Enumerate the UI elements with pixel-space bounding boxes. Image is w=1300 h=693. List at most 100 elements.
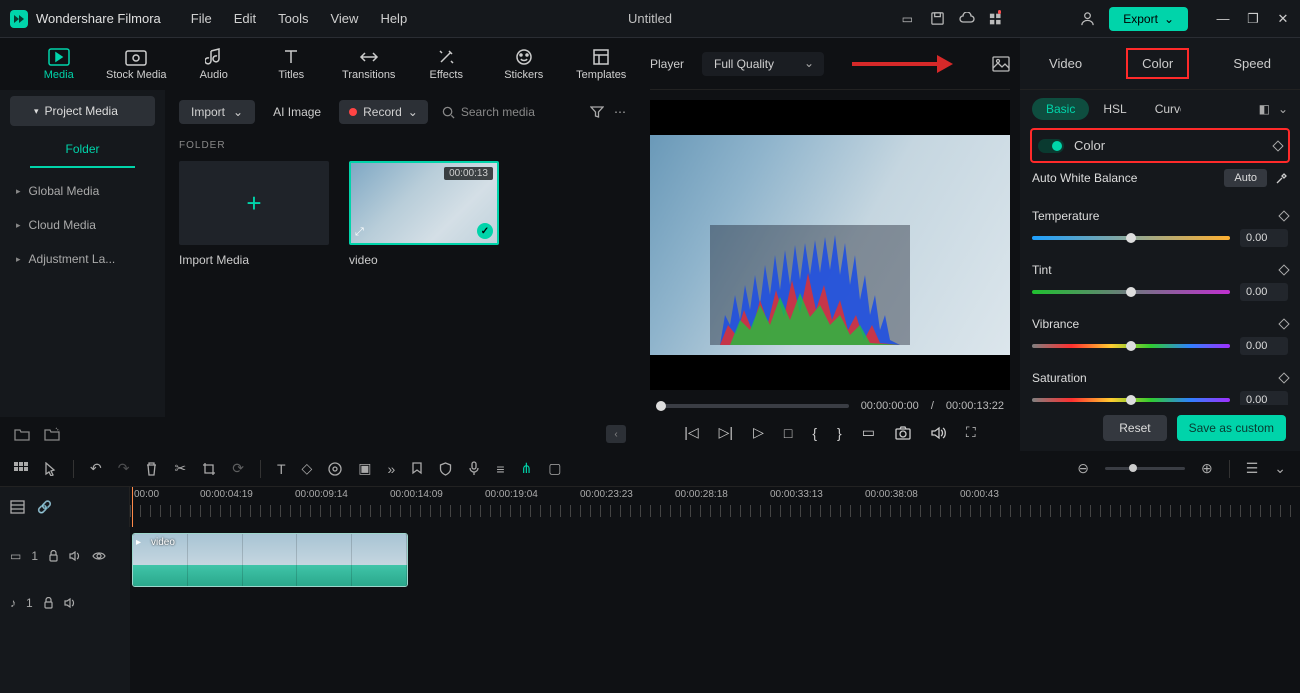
chevron-down-icon[interactable]: ⌄	[1278, 102, 1288, 116]
chevron-down-icon[interactable]: ⌄	[1274, 460, 1286, 477]
keyframe-icon[interactable]	[1278, 264, 1289, 275]
subtab-basic[interactable]: Basic	[1032, 98, 1089, 120]
tab-audio[interactable]: Audio	[175, 44, 253, 85]
more-tools-icon[interactable]: »	[388, 461, 396, 477]
crop-icon[interactable]	[202, 462, 216, 476]
folder-tab[interactable]: Folder	[30, 132, 135, 168]
grid-icon[interactable]	[14, 462, 28, 476]
play-button[interactable]: ▷	[753, 424, 764, 441]
tracks-layout-icon[interactable]	[10, 500, 25, 514]
zoom-slider[interactable]	[1105, 467, 1185, 470]
import-media-tile[interactable]: +	[179, 161, 329, 245]
device-icon[interactable]: ▭	[899, 11, 915, 27]
save-icon[interactable]	[929, 11, 945, 27]
zoom-out-icon[interactable]: ⊖	[1077, 460, 1089, 477]
speed-tool-icon[interactable]: ⟳	[232, 460, 244, 477]
import-button[interactable]: Import⌄	[179, 100, 255, 124]
tab-effects[interactable]: Effects	[408, 44, 486, 85]
menu-edit[interactable]: Edit	[234, 11, 256, 26]
reset-button[interactable]: Reset	[1103, 415, 1166, 441]
timeline-tracks[interactable]: ▸ video	[130, 527, 1300, 693]
tab-transitions[interactable]: Transitions	[330, 44, 408, 85]
stop-button[interactable]: □	[784, 425, 792, 441]
undo-icon[interactable]: ↶	[90, 460, 102, 477]
delete-icon[interactable]	[145, 462, 158, 476]
tab-video[interactable]: Video	[1035, 50, 1096, 77]
keyframe-icon[interactable]	[1278, 318, 1289, 329]
new-folder-icon[interactable]	[14, 427, 30, 441]
sidebar-item-adjustment[interactable]: Adjustment La...	[0, 242, 165, 276]
apps-icon[interactable]	[989, 11, 1005, 27]
close-button[interactable]: ✕	[1276, 11, 1290, 27]
lock-icon[interactable]	[43, 597, 54, 609]
minimize-button[interactable]: —	[1216, 11, 1230, 27]
tint-slider[interactable]	[1032, 290, 1230, 294]
record-button[interactable]: Record⌄	[339, 100, 428, 124]
export-button[interactable]: Export ⌄	[1109, 7, 1188, 31]
media-clip[interactable]: 00:00:13 ⤢ ✓	[349, 161, 499, 245]
more-icon[interactable]: ⋯	[614, 105, 626, 119]
saturation-slider[interactable]	[1032, 398, 1230, 402]
seek-thumb[interactable]	[656, 401, 666, 411]
guard-icon[interactable]	[439, 462, 452, 476]
video-preview[interactable]	[650, 100, 1010, 390]
compare-icon[interactable]: ◧	[1259, 102, 1270, 116]
keyframe-icon[interactable]	[1272, 140, 1283, 151]
camera-icon[interactable]	[895, 426, 911, 440]
auto-button[interactable]: Auto	[1224, 169, 1267, 187]
menu-view[interactable]: View	[330, 11, 358, 26]
tab-templates[interactable]: Templates	[563, 44, 641, 85]
saturation-value[interactable]: 0.00	[1240, 391, 1288, 405]
list-view-icon[interactable]: ☰	[1246, 460, 1259, 477]
sidebar-item-cloud[interactable]: Cloud Media	[0, 208, 165, 242]
seek-bar[interactable]	[656, 404, 849, 408]
color-toggle[interactable]	[1038, 139, 1064, 153]
temperature-value[interactable]: 0.00	[1240, 229, 1288, 247]
eyedropper-icon[interactable]	[1275, 172, 1288, 185]
mute-icon[interactable]	[69, 550, 82, 562]
playhead[interactable]	[132, 487, 133, 527]
search-input[interactable]: Search media	[442, 105, 535, 119]
menu-help[interactable]: Help	[380, 11, 407, 26]
video-track-header[interactable]: ▭ 1	[0, 527, 130, 585]
link-icon[interactable]: 🔗	[37, 500, 52, 514]
maximize-button[interactable]: ❐	[1246, 11, 1260, 27]
prev-button[interactable]: |◁	[684, 424, 698, 441]
tab-stickers[interactable]: Stickers	[485, 44, 563, 85]
step-back-button[interactable]: ▷|	[719, 424, 733, 441]
mark-out-button[interactable]: }	[837, 425, 842, 441]
audio-track-header[interactable]: ♪ 1	[0, 585, 130, 621]
frame-icon[interactable]: ▢	[548, 460, 561, 477]
cut-icon[interactable]: ✂	[174, 460, 186, 477]
save-custom-button[interactable]: Save as custom	[1177, 415, 1286, 441]
subtab-hsl[interactable]: HSL	[1089, 98, 1140, 120]
timeline-clip[interactable]: ▸ video	[132, 533, 408, 587]
tab-speed[interactable]: Speed	[1219, 50, 1285, 77]
keyframe-tool-icon[interactable]: ◇	[302, 460, 313, 477]
tab-color[interactable]: Color	[1126, 48, 1189, 79]
magnet-icon[interactable]: ⋔	[520, 460, 532, 477]
mixer-icon[interactable]: ≡	[496, 461, 504, 477]
visibility-icon[interactable]	[92, 551, 106, 561]
fullscreen-icon[interactable]: ⛶	[966, 424, 976, 441]
tab-media[interactable]: Media	[20, 44, 98, 85]
zoom-in-icon[interactable]: ⊕	[1201, 460, 1213, 477]
new-bin-icon[interactable]	[44, 427, 60, 441]
sidebar-item-global[interactable]: Global Media	[0, 174, 165, 208]
mark-in-button[interactable]: {	[812, 425, 817, 441]
marker-icon[interactable]	[411, 462, 423, 476]
quality-select[interactable]: Full Quality	[702, 52, 824, 76]
text-tool-icon[interactable]: T	[277, 461, 286, 477]
vibrance-slider[interactable]	[1032, 344, 1230, 348]
tab-stock-media[interactable]: Stock Media	[98, 44, 176, 85]
temperature-slider[interactable]	[1032, 236, 1230, 240]
filter-icon[interactable]	[590, 105, 604, 119]
keyframe-icon[interactable]	[1278, 372, 1289, 383]
snapshot-icon[interactable]	[992, 56, 1010, 72]
menu-tools[interactable]: Tools	[278, 11, 308, 26]
tab-titles[interactable]: Titles	[253, 44, 331, 85]
vibrance-value[interactable]: 0.00	[1240, 337, 1288, 355]
timeline-ruler[interactable]: 00:00 00:00:04:19 00:00:09:14 00:00:14:0…	[130, 487, 1300, 527]
project-media-button[interactable]: ▾Project Media	[10, 96, 155, 126]
mic-icon[interactable]	[468, 461, 480, 476]
